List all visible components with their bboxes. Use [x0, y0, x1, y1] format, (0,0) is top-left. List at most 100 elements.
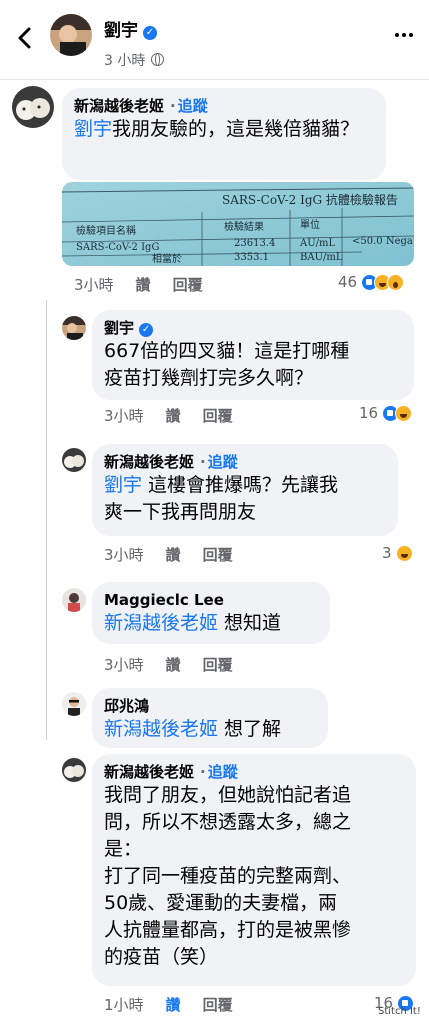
comment-time[interactable]: 3小時: [74, 274, 114, 295]
reaction-summary[interactable]: 16: [359, 404, 413, 422]
post-time-text: 3 小時: [104, 53, 146, 69]
reaction-count: 46: [338, 273, 358, 291]
reply-button[interactable]: 回覆: [203, 544, 233, 565]
avatar[interactable]: [62, 692, 86, 716]
mention-link[interactable]: 劉宇: [104, 474, 142, 496]
comment-author: 新潟越後老姬 · 追蹤: [104, 452, 386, 472]
post-header: 劉宇 ✓ 3 小時: [0, 0, 429, 80]
comment-actions: 3小時 讚 回覆: [104, 405, 233, 426]
comment-text: 劉宇 這樓會推爆嗎？先讓我 爽一下我再問朋友: [104, 472, 386, 526]
reply-button[interactable]: 回覆: [203, 994, 233, 1015]
chevron-left-icon[interactable]: [10, 22, 38, 54]
comment-body: 想了解: [218, 718, 282, 740]
like-button[interactable]: 讚: [136, 274, 151, 295]
comment-body: 想知道: [218, 612, 282, 634]
lab-report-image: SARS-CoV-2 IgG 抗體檢驗報告 檢驗項目名稱 檢驗結果 單位 SAR…: [62, 182, 414, 266]
avatar[interactable]: [62, 588, 86, 612]
follow-button[interactable]: 追蹤: [208, 763, 238, 781]
comment-author: 劉宇 ✓: [104, 318, 402, 338]
comment-body-line: 打了同一種疫苗的完整兩劑、: [104, 865, 352, 887]
report-title: SARS-CoV-2 IgG 抗體檢驗報告: [222, 192, 398, 207]
avatar[interactable]: [62, 316, 86, 340]
comment-actions: 1小時 讚 回覆: [104, 994, 233, 1015]
comment-body-line: 這樓會推爆嗎？先讓我: [142, 474, 339, 496]
reply-button[interactable]: 回覆: [173, 274, 203, 295]
comment-body-line: 人抗體量都高，打的是被黑慘: [104, 919, 352, 941]
reaction-summary[interactable]: 3: [382, 544, 413, 562]
reaction-count: 16: [359, 404, 379, 422]
attached-image[interactable]: SARS-CoV-2 IgG 抗體檢驗報告 檢驗項目名稱 檢驗結果 單位 SAR…: [62, 182, 414, 266]
mention-link[interactable]: 劉宇: [74, 118, 112, 140]
comment-bubble: Maggieclc Lee 新潟越後老姬 想知道: [92, 582, 330, 644]
comment-body-line: 50歲、愛運動的夫妻檔，兩: [104, 892, 338, 914]
haha-reaction-icon: [395, 544, 413, 562]
comment-bubble: 新潟越後老姬 · 追蹤 劉宇 這樓會推爆嗎？先讓我 爽一下我再問朋友: [92, 444, 398, 536]
comment-body-line: 爽一下我再問朋友: [104, 501, 257, 523]
comment-time[interactable]: 1小時: [104, 994, 144, 1015]
post-time: 3 小時: [104, 50, 165, 70]
comment-body: 我朋友驗的，這是幾倍貓貓？: [112, 118, 360, 140]
svg-text:單位: 單位: [300, 218, 320, 231]
comment-time[interactable]: 3小時: [104, 654, 144, 675]
svg-text:BAU/mL: BAU/mL: [300, 252, 343, 263]
reaction-count: 3: [382, 544, 392, 562]
mention-link[interactable]: 新潟越後老姬: [104, 612, 218, 634]
comment-author-name[interactable]: Maggieclc Lee: [104, 591, 224, 609]
comment-author-name[interactable]: 邱兆鴻: [104, 697, 149, 715]
separator-dot: ·: [200, 453, 206, 471]
post-author-name[interactable]: 劉宇 ✓: [104, 16, 157, 41]
comment-body-line: 我問了朋友，但她說怕記者追: [104, 784, 352, 806]
comment-author-name[interactable]: 新潟越後老姬: [104, 453, 194, 471]
svg-text:<50.0 Negat: <50.0 Negat: [352, 236, 414, 247]
comment-body-line: 667倍的四叉貓！這是打哪種: [104, 340, 350, 362]
comment-bubble: 劉宇 ✓ 667倍的四叉貓！這是打哪種 疫苗打幾劑打完多久啊？: [92, 310, 414, 400]
follow-button[interactable]: 追蹤: [178, 97, 208, 115]
separator-dot: ·: [200, 763, 206, 781]
comment-text: 新潟越後老姬 想知道: [104, 610, 318, 637]
comment-bubble: 邱兆鴻 新潟越後老姬 想了解: [92, 688, 328, 748]
comment-text: 我問了朋友，但她說怕記者追 問，所以不想透露太多，總之 是： 打了同一種疫苗的完…: [104, 782, 404, 971]
thread-line: [46, 300, 47, 740]
comment-time[interactable]: 3小時: [104, 405, 144, 426]
reply-button[interactable]: 回覆: [203, 405, 233, 426]
svg-text:檢驗結果: 檢驗結果: [224, 220, 264, 233]
comment-author-name[interactable]: 新潟越後老姬: [74, 97, 164, 115]
comment-author: 新潟越後老姬 · 追蹤: [74, 96, 374, 116]
mention-link[interactable]: 新潟越後老姬: [104, 718, 218, 740]
comment-actions: 3小時 讚 回覆: [104, 654, 233, 675]
comment-bubble: 新潟越後老姬 · 追蹤 劉宇我朋友驗的，這是幾倍貓貓？: [62, 88, 386, 180]
comment-text: 劉宇我朋友驗的，這是幾倍貓貓？: [74, 116, 374, 143]
like-button[interactable]: 讚: [166, 544, 181, 565]
haha-reaction-icon: [395, 404, 413, 422]
comment-body-line: 疫苗打幾劑打完多久啊？: [104, 367, 314, 389]
comment-author: 邱兆鴻: [104, 696, 316, 716]
globe-icon: [151, 53, 165, 66]
comment-body-line: 是：: [104, 838, 143, 860]
more-dots-icon[interactable]: [393, 28, 415, 42]
watermark: Stitch It!: [378, 1006, 421, 1017]
svg-text:AU/mL: AU/mL: [299, 238, 336, 249]
avatar[interactable]: [50, 14, 92, 56]
comment-body-line: 問，所以不想透露太多，總之: [104, 811, 352, 833]
svg-text:SARS-CoV-2 IgG: SARS-CoV-2 IgG: [76, 242, 159, 253]
like-button[interactable]: 讚: [166, 654, 181, 675]
comment-time[interactable]: 3小時: [104, 544, 144, 565]
avatar[interactable]: [62, 448, 86, 472]
verified-badge-icon: ✓: [143, 26, 157, 40]
follow-button[interactable]: 追蹤: [208, 453, 238, 471]
comment-author-name[interactable]: 劉宇: [104, 319, 134, 337]
comment-actions: 3小時 讚 回覆: [104, 544, 233, 565]
like-button[interactable]: 讚: [166, 994, 181, 1015]
comment-text: 新潟越後老姬 想了解: [104, 716, 316, 743]
reaction-summary[interactable]: 46: [338, 273, 405, 291]
like-button[interactable]: 讚: [166, 405, 181, 426]
svg-text:相當於: 相當於: [152, 252, 182, 265]
avatar[interactable]: [62, 758, 86, 782]
author-name-text: 劉宇: [104, 21, 138, 41]
verified-badge-icon: ✓: [139, 323, 154, 337]
comment-author-name[interactable]: 新潟越後老姬: [104, 763, 194, 781]
wow-reaction-icon: [387, 273, 405, 291]
avatar[interactable]: [12, 86, 54, 128]
reply-button[interactable]: 回覆: [203, 654, 233, 675]
comment-bubble: 新潟越後老姬 · 追蹤 我問了朋友，但她說怕記者追 問，所以不想透露太多，總之 是：…: [92, 754, 416, 986]
